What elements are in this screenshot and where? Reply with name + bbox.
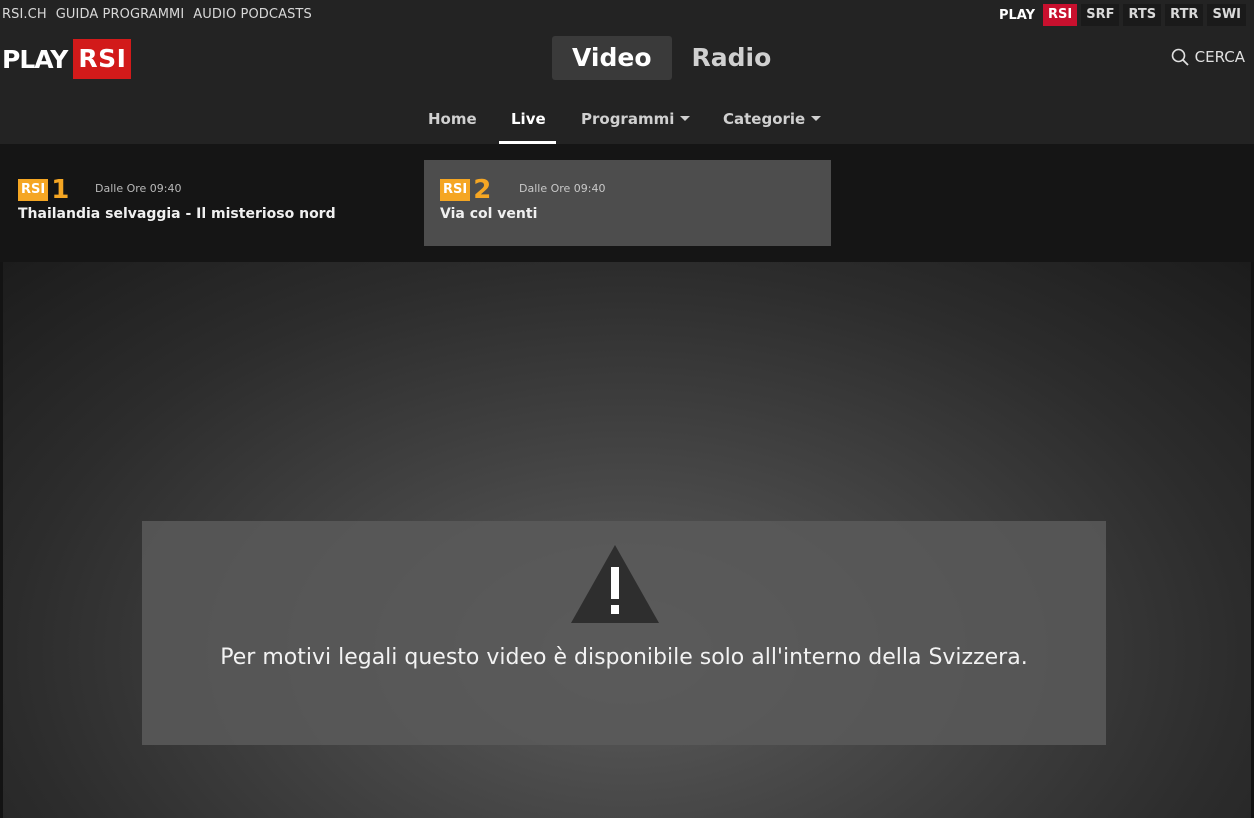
- mode-radio-tab[interactable]: Radio: [672, 36, 792, 80]
- link-audio-podcasts[interactable]: AUDIO PODCASTS: [193, 7, 312, 22]
- link-rsi-ch[interactable]: RSI.CH: [2, 7, 47, 22]
- brand-rsi[interactable]: RSI: [1042, 4, 1078, 26]
- brand-play-label: PLAY: [998, 7, 1035, 23]
- main-header: PLAY RSI Video Radio CERCA Home Live Pro…: [0, 30, 1254, 144]
- nav-categorie-label: Categorie: [723, 110, 806, 128]
- chevron-down-icon: [811, 116, 822, 121]
- top-links: RSI.CH GUIDA PROGRAMMI AUDIO PODCASTS: [2, 7, 312, 22]
- brand-switcher: PLAY RSI SRF RTS RTR SWI: [995, 4, 1246, 26]
- brand-rts[interactable]: RTS: [1123, 4, 1162, 26]
- mode-video-tab[interactable]: Video: [552, 36, 672, 80]
- link-guida-programmi[interactable]: GUIDA PROGRAMMI: [56, 7, 185, 22]
- sub-navigation: Home Live Programmi Categorie: [0, 96, 1254, 144]
- logo-rsi-badge: RSI: [73, 39, 132, 79]
- brand-swi[interactable]: SWI: [1207, 4, 1246, 26]
- channel-time: Dalle Ore 09:40: [95, 182, 182, 195]
- search-icon: [1171, 48, 1189, 66]
- mode-switch: Video Radio: [552, 36, 791, 80]
- channel-logo-la2: RSI 2: [440, 175, 491, 205]
- brand-rtr[interactable]: RTR: [1165, 4, 1204, 26]
- logo-play-text: PLAY: [2, 44, 68, 74]
- channel-time: Dalle Ore 09:40: [519, 182, 606, 195]
- geoblock-message: Per motivi legali questo video è disponi…: [220, 645, 1028, 670]
- search-label: CERCA: [1194, 48, 1245, 66]
- brand-srf[interactable]: SRF: [1081, 4, 1120, 26]
- nav-categorie[interactable]: Categorie: [723, 110, 822, 128]
- channel-program-title: Thailandia selvaggia - Il misterioso nor…: [18, 206, 336, 222]
- channel-logo-la1: RSI 1: [18, 175, 69, 205]
- nav-live[interactable]: Live: [511, 110, 546, 128]
- channel-number: 1: [51, 175, 69, 205]
- nav-programmi[interactable]: Programmi: [581, 110, 691, 128]
- video-player[interactable]: Per motivi legali questo video è disponi…: [3, 262, 1251, 818]
- channel-number: 2: [473, 175, 491, 205]
- nav-programmi-label: Programmi: [581, 110, 675, 128]
- live-channels: RSI 1 Dalle Ore 09:40 Thailandia selvagg…: [0, 144, 1254, 262]
- search-button[interactable]: CERCA: [1171, 48, 1245, 66]
- channel-card-la2[interactable]: RSI 2 Dalle Ore 09:40 Via col venti: [424, 160, 831, 246]
- warning-icon: [570, 543, 660, 629]
- play-rsi-logo[interactable]: PLAY RSI: [2, 39, 132, 79]
- nav-home[interactable]: Home: [428, 110, 477, 128]
- top-bar: RSI.CH GUIDA PROGRAMMI AUDIO PODCASTS PL…: [0, 0, 1254, 30]
- channel-rsi-badge: RSI: [18, 179, 49, 201]
- geoblock-notice: Per motivi legali questo video è disponi…: [142, 521, 1106, 745]
- channel-rsi-badge: RSI: [440, 179, 471, 201]
- channel-card-la1[interactable]: RSI 1 Dalle Ore 09:40 Thailandia selvagg…: [0, 160, 407, 246]
- chevron-down-icon: [680, 116, 691, 121]
- channel-program-title: Via col venti: [440, 206, 538, 222]
